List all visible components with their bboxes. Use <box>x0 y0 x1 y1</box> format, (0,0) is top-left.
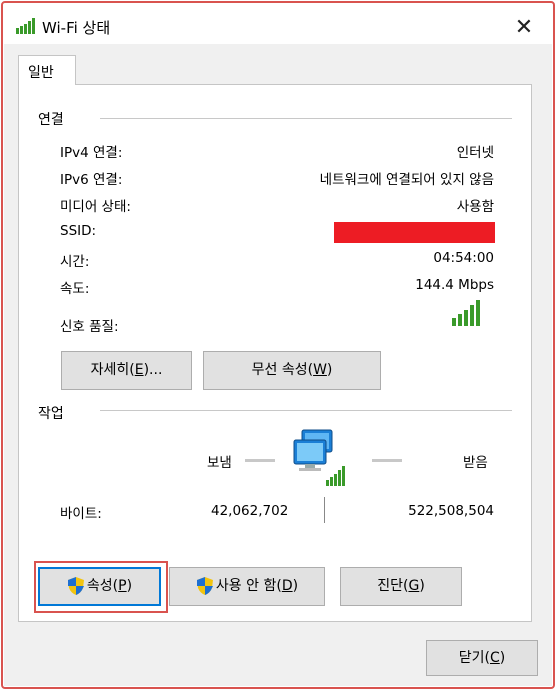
tab-general-label: 일반 <box>28 65 54 81</box>
annotation-frame <box>1 1 555 689</box>
tab-general[interactable]: 일반 <box>18 55 76 85</box>
